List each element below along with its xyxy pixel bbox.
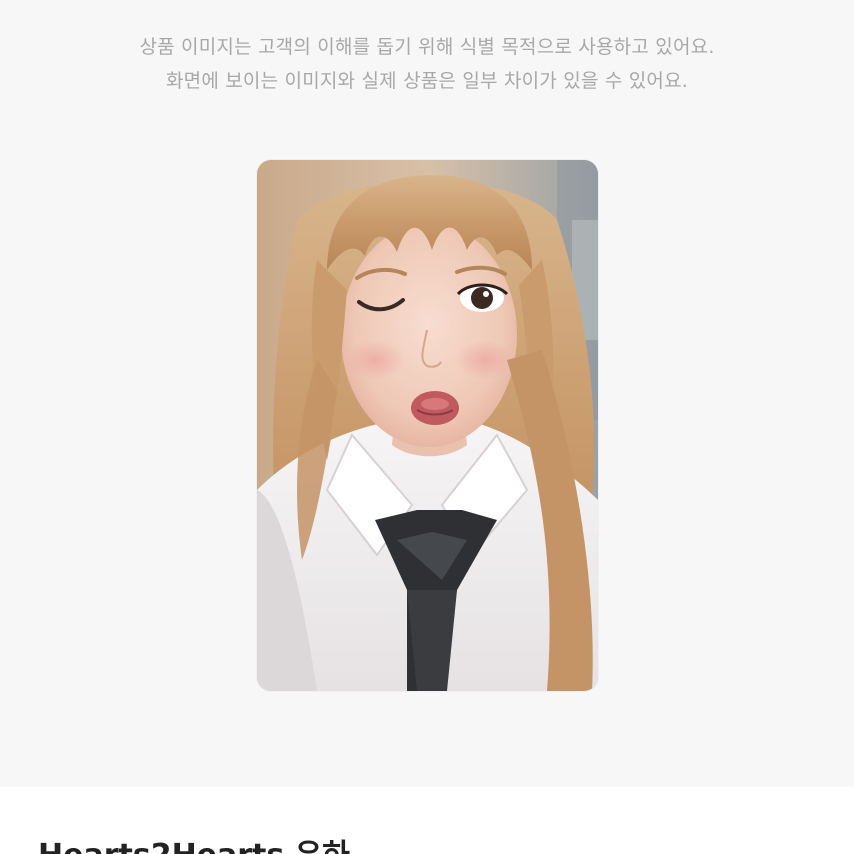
image-disclaimer: 상품 이미지는 고객의 이해를 돕기 위해 식별 목적으로 사용하고 있어요. …: [0, 30, 854, 98]
product-detail-page: 상품 이미지는 고객의 이해를 돕기 위해 식별 목적으로 사용하고 있어요. …: [0, 0, 854, 854]
photocard-image: [257, 160, 598, 691]
image-disclaimer-line-1: 상품 이미지는 고객의 이해를 돕기 위해 식별 목적으로 사용하고 있어요.: [139, 36, 715, 58]
product-photo[interactable]: [257, 160, 598, 691]
image-disclaimer-line-2: 화면에 보이는 이미지와 실제 상품은 일부 차이가 있을 수 있어요.: [165, 70, 689, 92]
product-title: Hearts2Hearts 유하: [38, 838, 350, 854]
product-image-section: 상품 이미지는 고객의 이해를 돕기 위해 식별 목적으로 사용하고 있어요. …: [0, 0, 854, 787]
